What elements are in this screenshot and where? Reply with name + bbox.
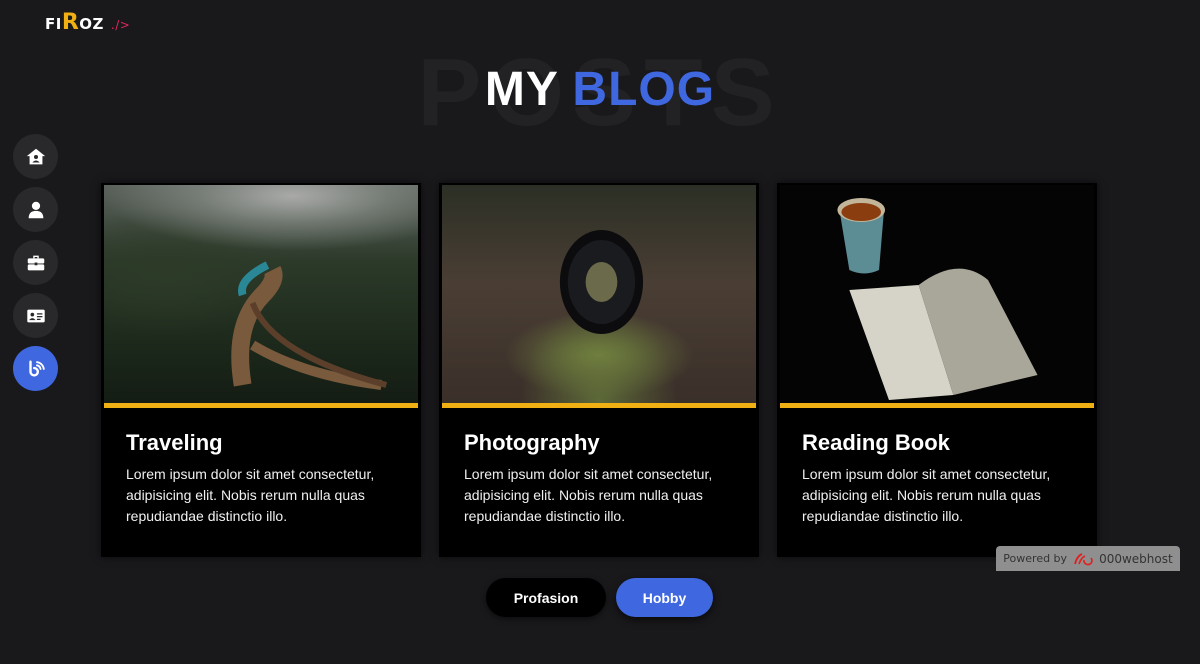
- title-accent: BLOG: [572, 63, 716, 116]
- title-main: MY: [484, 63, 559, 116]
- house-user-icon: [26, 148, 45, 164]
- briefcase-icon: [27, 255, 44, 270]
- hosting-badge[interactable]: Powered by 000webhost: [996, 546, 1180, 571]
- id-card-icon: [26, 309, 45, 322]
- blog-cards: Traveling Lorem ipsum dolor sit amet con…: [101, 183, 1097, 557]
- card-image-photography: [442, 185, 756, 403]
- card-image-traveling: [104, 185, 418, 403]
- logo-highlight: R: [61, 10, 80, 35]
- tab-hobby[interactable]: Hobby: [616, 578, 713, 617]
- blog-card[interactable]: Traveling Lorem ipsum dolor sit amet con…: [101, 183, 421, 557]
- user-icon: [28, 201, 43, 218]
- card-title: Reading Book: [802, 430, 950, 455]
- blogger-icon: [28, 359, 45, 377]
- page-title: MY BLOG: [0, 64, 1200, 116]
- card-text: Lorem ipsum dolor sit amet consectetur, …: [126, 466, 375, 524]
- sidebar-item-blog[interactable]: [13, 346, 58, 391]
- card-title: Traveling: [126, 430, 223, 455]
- badge-prefix: Powered by: [1003, 552, 1068, 565]
- tab-profasion[interactable]: Profasion: [486, 578, 606, 617]
- site-logo[interactable]: FI R OZ ./>: [45, 12, 130, 34]
- logo-suffix: OZ: [79, 15, 104, 33]
- badge-brand: 000webhost: [1099, 551, 1173, 566]
- sidebar-nav: [13, 134, 58, 391]
- card-text: Lorem ipsum dolor sit amet consectetur, …: [802, 466, 1051, 524]
- page-header: POSTS MY BLOG: [0, 45, 1200, 141]
- blog-card[interactable]: Photography Lorem ipsum dolor sit amet c…: [439, 183, 759, 557]
- sidebar-item-about[interactable]: [13, 187, 58, 232]
- sidebar-item-contact[interactable]: [13, 293, 58, 338]
- card-image-reading-book: [780, 185, 1094, 403]
- logo-prefix: FI: [45, 15, 62, 33]
- logo-code-tag: ./>: [110, 18, 131, 32]
- card-title: Photography: [464, 430, 600, 455]
- sidebar-item-home[interactable]: [13, 134, 58, 179]
- card-text: Lorem ipsum dolor sit amet consectetur, …: [464, 466, 713, 524]
- sidebar-item-portfolio[interactable]: [13, 240, 58, 285]
- blog-card[interactable]: Reading Book Lorem ipsum dolor sit amet …: [777, 183, 1097, 557]
- category-tabs: Profasion Hobby: [486, 578, 713, 617]
- 000webhost-logo-icon: [1074, 552, 1093, 565]
